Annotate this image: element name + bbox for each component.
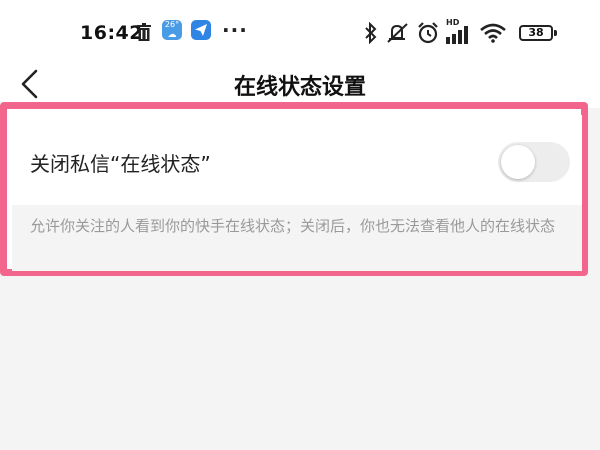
more-notifications-icon: ··· (222, 18, 248, 42)
send-icon (195, 24, 207, 36)
status-icons-right: HD 38 (360, 14, 600, 54)
weather-app-icon: 26° ☁ (162, 20, 182, 40)
online-status-toggle[interactable] (498, 142, 570, 182)
toggle-knob (501, 145, 535, 179)
setting-description-area: 允许你关注的人看到你的快手在线状态；关闭后，你也无法查看他人的在线状态 (12, 205, 582, 271)
alarm-icon (418, 22, 438, 44)
status-bar: 16:42 26° ☁ ··· HD 38 (0, 14, 600, 54)
setting-label: 关闭私信“在线状态” (30, 152, 211, 176)
signal-icon (446, 26, 468, 44)
wifi-icon (480, 23, 506, 43)
page-title: 在线状态设置 (233, 75, 366, 100)
top-bar: 16:42 26° ☁ ··· HD 38 在线状态设置 (0, 0, 600, 108)
navigation-bar: 在线状态设置 (0, 60, 600, 108)
battery-cap (554, 30, 557, 36)
trash-icon (137, 23, 151, 41)
setting-row-online-status[interactable]: 关闭私信“在线状态” (12, 115, 582, 205)
status-time: 16:42 (80, 22, 143, 44)
mute-vibrate-icon (387, 23, 408, 43)
send-app-icon (191, 20, 211, 40)
bluetooth-icon (365, 22, 377, 44)
weather-temp: 26° (164, 20, 180, 29)
setting-description: 允许你关注的人看到你的快手在线状态；关闭后，你也无法查看他人的在线状态 (30, 217, 556, 235)
battery-indicator: 38 (519, 25, 553, 41)
